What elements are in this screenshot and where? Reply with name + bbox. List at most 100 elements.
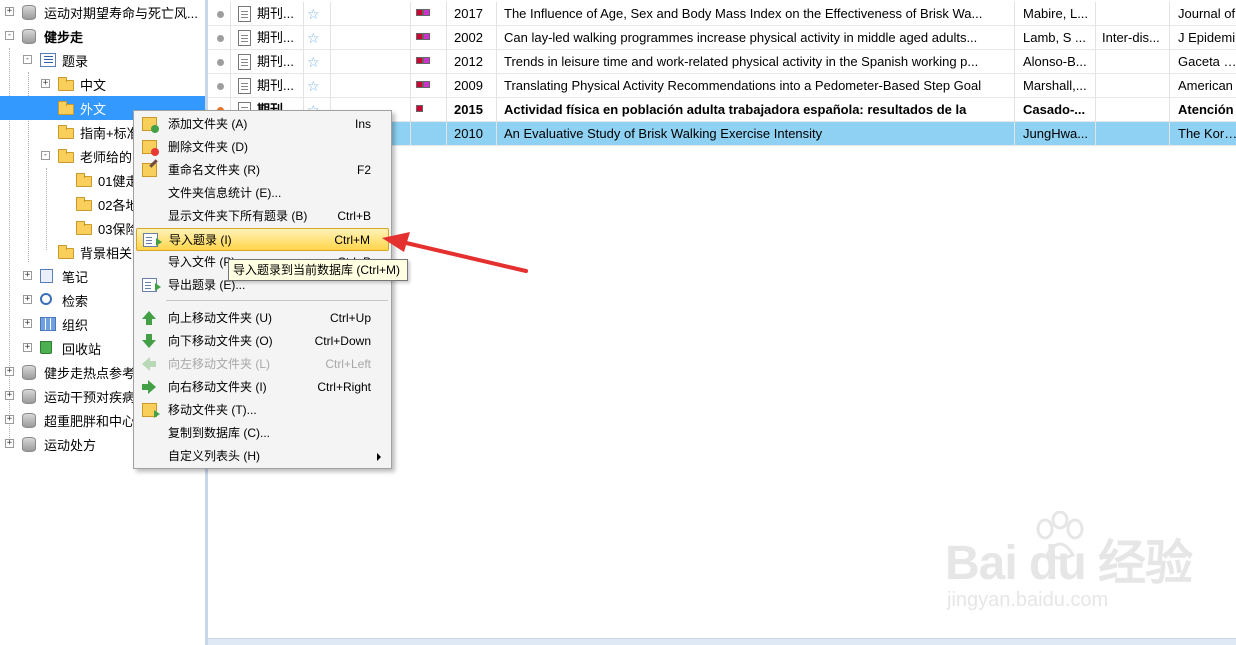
menu-item-shortcut: F2 <box>356 163 371 177</box>
color-label-icon <box>416 57 430 64</box>
cell-title: An Evaluative Study of Brisk Walking Exe… <box>504 126 823 141</box>
cell-year: 2010 <box>454 126 483 141</box>
star-icon[interactable]: ☆ <box>307 26 320 50</box>
menu-item[interactable]: 显示文件夹下所有题录 (B) Ctrl+B <box>136 205 389 228</box>
database-icon <box>22 389 36 404</box>
folder-icon <box>76 221 92 235</box>
expand-icon[interactable]: + <box>23 343 32 352</box>
cell-journal: Journal of <box>1178 6 1236 21</box>
expand-icon[interactable]: + <box>23 319 32 328</box>
column-separator <box>330 2 331 26</box>
tree-node[interactable]: + 中文 <box>0 72 205 96</box>
menu-item[interactable]: 向右移动文件夹 (I) Ctrl+Right <box>136 376 389 399</box>
expand-icon[interactable]: + <box>5 439 14 448</box>
table-row[interactable]: ☆ 期刊... 2002 Can lay-led walking programmes… <box>208 26 1236 50</box>
menu-item-label: 向左移动文件夹 (L) <box>168 357 271 371</box>
expand-icon[interactable]: + <box>23 295 32 304</box>
expand-icon[interactable]: + <box>41 79 50 88</box>
database-icon <box>22 413 36 428</box>
column-separator <box>410 26 411 50</box>
star-icon[interactable]: ☆ <box>307 50 320 74</box>
menu-item[interactable]: 导入题录 (I) Ctrl+M <box>136 228 389 251</box>
column-separator <box>1095 74 1096 98</box>
folder-icon <box>76 173 92 187</box>
menu-item-shortcut: Ctrl+B <box>337 209 371 223</box>
menu-item[interactable]: 重命名文件夹 (R) F2 <box>136 159 389 182</box>
expand-icon[interactable]: + <box>5 415 14 424</box>
column-separator <box>410 2 411 26</box>
column-separator <box>1095 26 1096 50</box>
arrow-right-icon <box>142 380 157 394</box>
cell-title: The Influence of Age, Sex and Body Mass … <box>504 6 983 21</box>
horizontal-scrollbar[interactable] <box>208 638 1236 645</box>
database-icon <box>22 365 36 380</box>
tree-node-label: 外文 <box>80 101 107 117</box>
column-separator <box>410 74 411 98</box>
arrow-left-icon <box>142 357 157 371</box>
color-label-icon <box>416 9 430 16</box>
cell-year: 2009 <box>454 78 483 93</box>
tree-node[interactable]: + 运动对期望寿命与死亡风... <box>0 0 205 24</box>
collapse-icon[interactable]: - <box>41 151 50 160</box>
column-separator <box>230 26 231 50</box>
document-icon <box>238 6 251 22</box>
column-separator <box>1014 122 1015 146</box>
cell-type: 期刊... <box>257 78 294 93</box>
collapse-icon[interactable]: - <box>23 55 32 64</box>
menu-item[interactable]: 删除文件夹 (D) <box>136 136 389 159</box>
menu-item-shortcut: Ctrl+M <box>334 233 370 247</box>
star-icon[interactable]: ☆ <box>307 2 320 26</box>
cell-journal: American <box>1178 78 1233 93</box>
expand-icon[interactable]: + <box>5 7 14 16</box>
column-separator <box>446 74 447 98</box>
import-records-icon <box>143 233 162 247</box>
expand-icon[interactable]: + <box>23 271 32 280</box>
tree-node-label: 健步走热点参考 <box>44 365 136 381</box>
expand-icon[interactable]: + <box>5 391 14 400</box>
tree-node-label: 运动对期望寿命与死亡风... <box>44 5 198 21</box>
column-separator <box>1095 50 1096 74</box>
rename-folder-icon <box>142 163 157 177</box>
read-status-dot-icon <box>217 83 224 90</box>
column-separator <box>230 74 231 98</box>
cell-type: 期刊... <box>257 54 294 69</box>
menu-item[interactable]: 复制到数据库 (C)... <box>136 422 389 445</box>
expand-icon[interactable]: + <box>5 367 14 376</box>
menu-item[interactable]: 向下移动文件夹 (O) Ctrl+Down <box>136 330 389 353</box>
collapse-icon[interactable]: - <box>5 31 14 40</box>
menu-item-label: 自定义列表头 (H) <box>168 449 260 463</box>
table-row[interactable]: ☆ 期刊... 2009 Translating Physical Activity … <box>208 74 1236 98</box>
menu-item-label: 导入题录 (I) <box>169 233 232 247</box>
menu-item[interactable]: 添加文件夹 (A) Ins <box>136 113 389 136</box>
folder-icon <box>58 101 74 115</box>
tree-node[interactable]: - 题录 <box>0 48 205 72</box>
table-row[interactable]: ☆ 期刊... 2012 Trends in leisure time and wor… <box>208 50 1236 74</box>
list-icon <box>40 53 56 67</box>
column-separator <box>330 74 331 98</box>
column-separator <box>496 98 497 122</box>
table-row[interactable]: ☆ 期刊... 2017 The Influence of Age, Sex and … <box>208 2 1236 26</box>
red-annotation-arrow-icon <box>382 232 528 273</box>
column-separator <box>1014 26 1015 50</box>
cell-title: Actividad física en población adulta tra… <box>504 102 967 117</box>
menu-item[interactable]: 向上移动文件夹 (U) Ctrl+Up <box>136 307 389 330</box>
cell-extra <box>1102 74 1172 98</box>
cell-extra <box>1102 2 1172 26</box>
menu-item[interactable]: 自定义列表头 (H) <box>136 445 389 468</box>
menu-item-label: 移动文件夹 (T)... <box>168 403 257 417</box>
star-icon[interactable]: ☆ <box>307 74 320 98</box>
menu-item-label: 复制到数据库 (C)... <box>168 426 270 440</box>
cell-type: 期刊... <box>257 6 294 21</box>
menu-item-shortcut: Ctrl+Right <box>317 380 371 394</box>
cell-type: 期刊... <box>257 30 294 45</box>
cell-journal: Atención <box>1178 102 1234 117</box>
menu-item-shortcut: Ctrl+Left <box>325 357 371 371</box>
menu-item[interactable]: 移动文件夹 (T)... <box>136 399 389 422</box>
export-records-icon <box>142 278 161 292</box>
column-separator <box>1014 2 1015 26</box>
menu-item[interactable]: 文件夹信息统计 (E)... <box>136 182 389 205</box>
cell-title: Can lay-led walking programmes increase … <box>504 30 978 45</box>
column-separator <box>496 26 497 50</box>
tree-node[interactable]: - 健步走 <box>0 24 205 48</box>
cell-author: Alonso-B... <box>1023 54 1087 69</box>
